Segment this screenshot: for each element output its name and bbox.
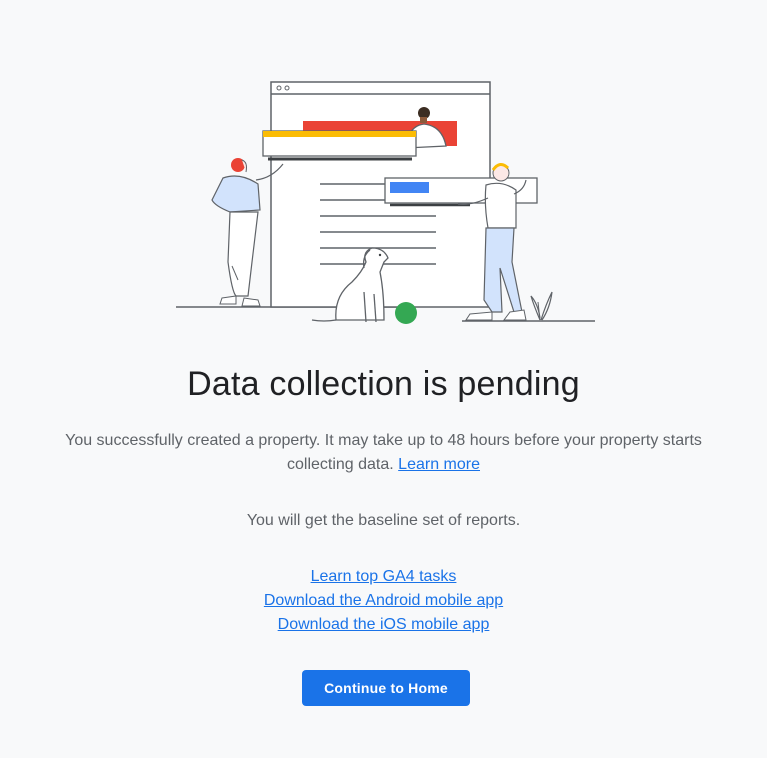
data-pending-illustration <box>176 81 595 324</box>
download-android-app-link[interactable]: Download the Android mobile app <box>264 589 503 613</box>
ball-icon <box>395 302 417 324</box>
description: You successfully created a property. It … <box>40 429 727 477</box>
continue-to-home-button[interactable]: Continue to Home <box>302 670 470 706</box>
plant-icon <box>530 291 553 321</box>
learn-more-link[interactable]: Learn more <box>398 456 480 473</box>
baseline-text: You will get the baseline set of reports… <box>246 512 521 529</box>
page-title: Data collection is pending <box>187 365 580 403</box>
download-ios-app-link[interactable]: Download the iOS mobile app <box>278 613 490 637</box>
description-text: You successfully created a property. It … <box>65 432 702 473</box>
help-links: Learn top GA4 tasks Download the Android… <box>0 565 767 637</box>
learn-ga4-tasks-link[interactable]: Learn top GA4 tasks <box>311 565 457 589</box>
yellow-card-illustration <box>262 130 417 161</box>
